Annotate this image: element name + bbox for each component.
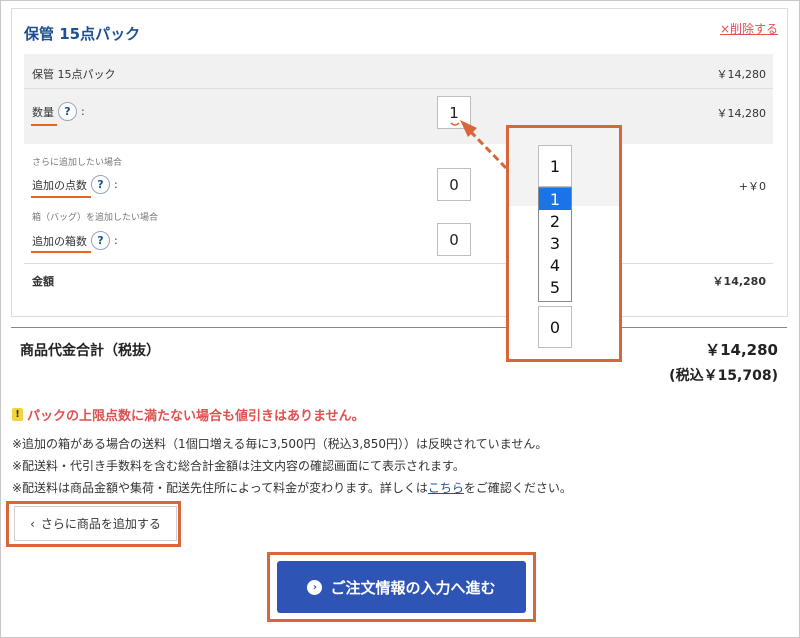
- extra-items-underline: [31, 196, 91, 198]
- extra-items-select[interactable]: 0: [437, 168, 471, 201]
- quantity-value: 1: [449, 103, 459, 122]
- dropdown-option[interactable]: 2: [539, 210, 571, 232]
- totals-divider: [11, 327, 787, 328]
- totals-label: 商品代金合計（税抜）: [20, 343, 160, 359]
- warning-text: パックの上限点数に満たない場合も値引きはありません。: [27, 409, 365, 424]
- extra-boxes-label-group: 追加の箱数 ? :: [32, 231, 118, 250]
- item-summary-band: [24, 54, 773, 144]
- shipping-note: ※追加の箱がある場合の送料（1個口増える毎に3,500円（税込3,850円））は…: [12, 437, 548, 451]
- quantity-dropdown-list[interactable]: 12345: [538, 187, 572, 302]
- quantity-label: 数量: [32, 105, 54, 119]
- fee-note: ※配送料は商品金額や集荷・配送先住所によって料金が変わります。詳しくはこちらをご…: [12, 479, 572, 496]
- dropdown-option[interactable]: 4: [539, 254, 571, 276]
- amount-label: 金額: [32, 275, 54, 288]
- totals-tax-included: (税込￥15,708): [669, 368, 778, 384]
- extra-items-colon: :: [114, 178, 118, 191]
- totals-price: ￥14,280: [705, 341, 778, 359]
- extra-items-value: 0: [449, 175, 459, 194]
- extra-items-help-icon[interactable]: ?: [91, 175, 110, 194]
- fee-note-text-end: をご確認ください。: [463, 481, 572, 495]
- quantity-label-group: 数量 ? :: [32, 102, 85, 121]
- extra-boxes-note: 箱（バッグ）を追加したい場合: [32, 213, 159, 223]
- quantity-select[interactable]: 1: [437, 96, 471, 129]
- quantity-price: ￥14,280: [716, 107, 767, 120]
- quantity-underline: [31, 124, 57, 126]
- item-price: ￥14,280: [716, 68, 767, 81]
- product-title: 保管 15点パック: [24, 25, 141, 43]
- row-divider: [24, 88, 773, 89]
- zoom-extra-select[interactable]: 0: [538, 306, 572, 348]
- delete-link[interactable]: ×削除する: [720, 20, 778, 37]
- chevron-left-icon: ‹: [30, 516, 35, 531]
- quantity-help-icon[interactable]: ?: [58, 102, 77, 121]
- total-note: ※配送料・代引き手数料を含む総合計金額は注文内容の確認画面にて表示されます。: [12, 459, 465, 473]
- extra-boxes-underline: [31, 251, 91, 253]
- warning-icon: !: [12, 408, 23, 421]
- extra-items-label: 追加の点数: [32, 178, 87, 192]
- zoom-quantity-select[interactable]: 1: [538, 145, 572, 187]
- details-link[interactable]: こちら: [428, 481, 464, 495]
- extra-boxes-colon: :: [114, 234, 118, 247]
- amount-price: ￥14,280: [712, 275, 766, 288]
- dropdown-option[interactable]: 1: [539, 188, 571, 210]
- extra-items-label-group: 追加の点数 ? :: [32, 175, 118, 194]
- zoom-selected-value: 1: [549, 156, 561, 176]
- row-divider: [24, 263, 773, 264]
- discount-warning: ! パックの上限点数に満たない場合も値引きはありません。: [12, 405, 365, 424]
- extra-boxes-label: 追加の箱数: [32, 234, 87, 248]
- zoom-extra-value: 0: [549, 317, 561, 337]
- add-more-label: さらに商品を追加する: [40, 517, 161, 531]
- dropdown-option[interactable]: 5: [539, 276, 571, 298]
- extra-items-note: さらに追加したい場合: [32, 158, 123, 168]
- fee-note-text: ※配送料は商品金額や集荷・配送先住所によって料金が変わります。詳しくは: [12, 481, 428, 495]
- add-more-button[interactable]: ‹ さらに商品を追加する: [14, 506, 177, 541]
- extra-items-price: +￥0: [738, 180, 766, 193]
- extra-boxes-select[interactable]: 0: [437, 223, 471, 256]
- extra-boxes-value: 0: [449, 230, 459, 249]
- dropdown-option[interactable]: 3: [539, 232, 571, 254]
- extra-boxes-help-icon[interactable]: ?: [91, 231, 110, 250]
- item-name: 保管 15点パック: [32, 68, 116, 81]
- quantity-colon: :: [81, 105, 85, 118]
- proceed-button[interactable]: › ご注文情報の入力へ進む: [277, 561, 526, 613]
- chevron-right-circle-icon: ›: [307, 579, 323, 595]
- proceed-label: ご注文情報の入力へ進む: [330, 578, 496, 597]
